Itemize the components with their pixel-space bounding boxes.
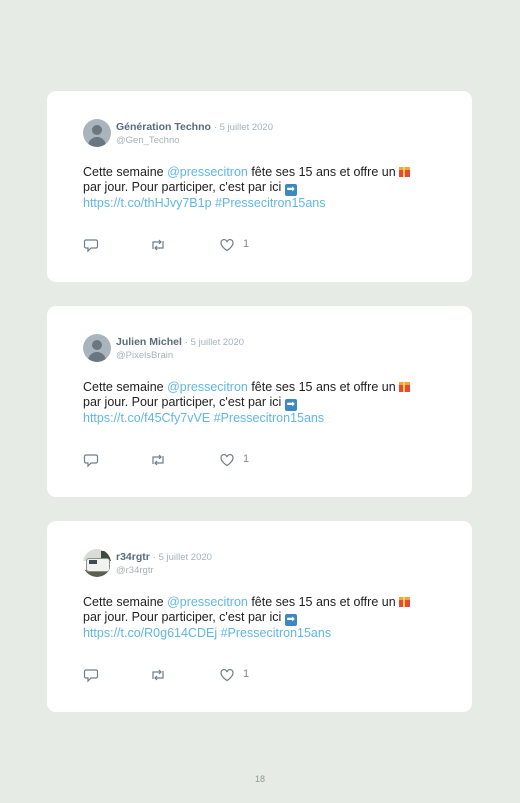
- text-line2: par jour. Pour participer, c'est par ici: [83, 610, 285, 624]
- text-line2: par jour. Pour participer, c'est par ici: [83, 180, 285, 194]
- retweet-icon[interactable]: [149, 452, 167, 468]
- author-name[interactable]: Julien Michel: [116, 336, 182, 348]
- tweet-date[interactable]: · 5 juillet 2020: [185, 337, 244, 348]
- tweet-url[interactable]: https://t.co/thHJvy7B1p: [83, 196, 212, 210]
- avatar-head: [92, 125, 102, 135]
- author-handle[interactable]: @PixelsBrain: [116, 350, 173, 361]
- author-name[interactable]: Génération Techno: [116, 121, 211, 133]
- right-arrow-emoji-icon: ➡: [284, 399, 297, 411]
- tweet-text: Cette semaine @pressecitron fête ses 15 …: [83, 165, 443, 211]
- gift-emoji-icon: [399, 597, 411, 607]
- gift-emoji-icon: [399, 382, 411, 392]
- heart-icon[interactable]: [219, 452, 235, 468]
- hashtag-link[interactable]: #Pressecitron15ans: [215, 196, 325, 210]
- reply-icon[interactable]: [83, 237, 99, 253]
- hashtag-link[interactable]: #Pressecitron15ans: [214, 411, 324, 425]
- mention-link[interactable]: @pressecitron: [167, 595, 248, 609]
- mention-link[interactable]: @pressecitron: [167, 380, 248, 394]
- text-mid: fête ses 15 ans et offre un: [247, 380, 400, 394]
- tweet-card: r34rgtr · 5 juillet 2020 @r34rgtr Cette …: [47, 521, 472, 712]
- right-arrow-emoji-icon: ➡: [284, 614, 297, 626]
- hashtag-link[interactable]: #Pressecitron15ans: [221, 626, 331, 640]
- text-prefix: Cette semaine: [83, 595, 168, 609]
- tweet-text: Cette semaine @pressecitron fête ses 15 …: [83, 380, 443, 426]
- tweet-actions: 1: [83, 237, 283, 253]
- gift-emoji-icon: [399, 167, 411, 177]
- text-mid: fête ses 15 ans et offre un: [247, 595, 400, 609]
- avatar-photo-window: [89, 560, 97, 564]
- reply-icon[interactable]: [83, 667, 99, 683]
- avatar[interactable]: [83, 334, 111, 362]
- tweet-date[interactable]: · 5 juillet 2020: [214, 122, 273, 133]
- tweet-url[interactable]: https://t.co/R0g614CDEj: [83, 626, 217, 640]
- author-line: Julien Michel · 5 juillet 2020: [116, 336, 244, 348]
- page-number: 18: [254, 774, 265, 784]
- author-name[interactable]: r34rgtr: [116, 551, 150, 563]
- tweet-card: Julien Michel · 5 juillet 2020 @PixelsBr…: [47, 306, 472, 497]
- tweet-actions: 1: [83, 667, 283, 683]
- text-prefix: Cette semaine: [83, 165, 168, 179]
- retweet-icon[interactable]: [149, 237, 167, 253]
- avatar-body: [88, 352, 106, 362]
- mention-link[interactable]: @pressecitron: [167, 165, 248, 179]
- tweet-actions: 1: [83, 452, 283, 468]
- text-mid: fête ses 15 ans et offre un: [247, 165, 400, 179]
- heart-icon[interactable]: [219, 237, 235, 253]
- avatar-body: [88, 137, 106, 147]
- avatar[interactable]: [83, 119, 111, 147]
- tweet-url[interactable]: https://t.co/f45Cfy7vVE: [83, 411, 210, 425]
- avatar[interactable]: [83, 549, 111, 577]
- like-count: 1: [243, 238, 250, 250]
- tweet-text: Cette semaine @pressecitron fête ses 15 …: [83, 595, 443, 641]
- author-line: Génération Techno · 5 juillet 2020: [116, 121, 273, 133]
- like-count: 1: [243, 668, 250, 680]
- right-arrow-emoji-icon: ➡: [284, 184, 297, 196]
- text-prefix: Cette semaine: [83, 380, 168, 394]
- text-line2: par jour. Pour participer, c'est par ici: [83, 395, 285, 409]
- tweet-card: Génération Techno · 5 juillet 2020 @Gen_…: [47, 91, 472, 282]
- author-line: r34rgtr · 5 juillet 2020: [116, 551, 212, 563]
- author-handle[interactable]: @r34rgtr: [116, 565, 154, 576]
- retweet-icon[interactable]: [149, 667, 167, 683]
- avatar-head: [92, 340, 102, 350]
- heart-icon[interactable]: [219, 667, 235, 683]
- reply-icon[interactable]: [83, 452, 99, 468]
- like-count: 1: [243, 453, 250, 465]
- tweet-date[interactable]: · 5 juillet 2020: [153, 552, 212, 563]
- author-handle[interactable]: @Gen_Techno: [116, 135, 180, 146]
